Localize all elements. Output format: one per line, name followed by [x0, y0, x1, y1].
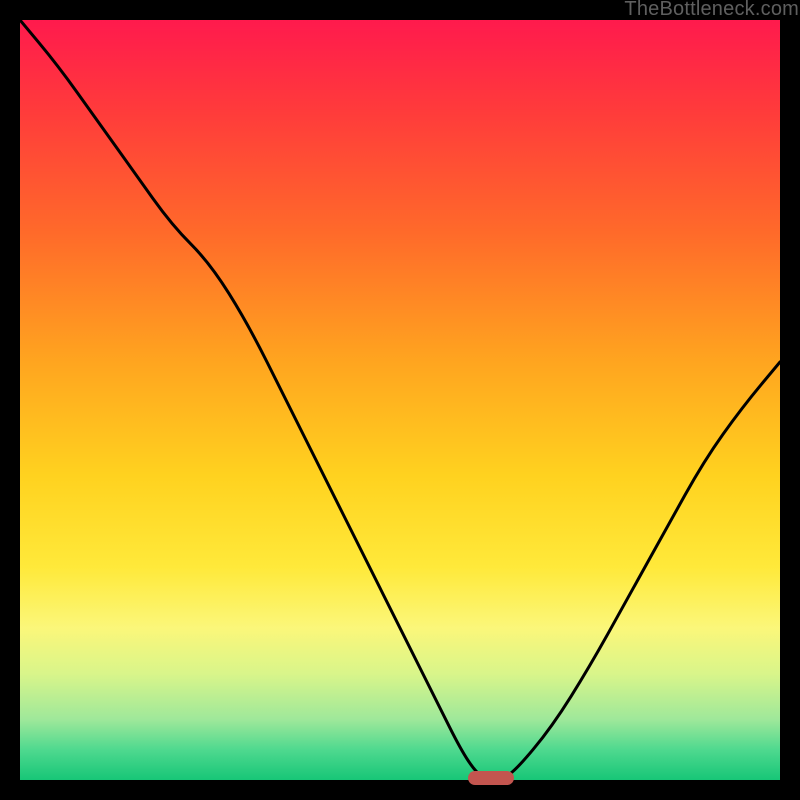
bottleneck-curve	[20, 20, 780, 780]
optimal-marker	[468, 771, 514, 785]
chart-plot-area	[20, 20, 780, 780]
watermark-text: TheBottleneck.com	[624, 0, 799, 21]
chart-frame: TheBottleneck.com	[0, 0, 800, 800]
